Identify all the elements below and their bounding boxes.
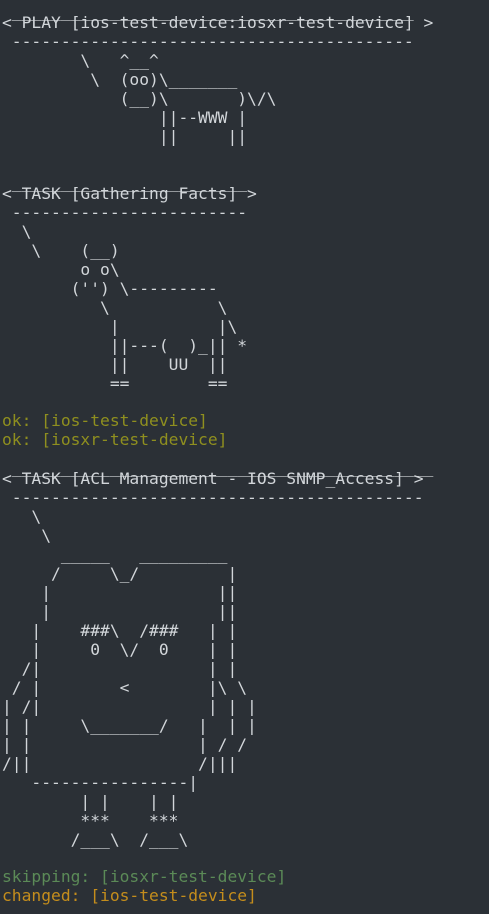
cow-art-line: o o\	[2, 260, 120, 279]
cow-art-line: ('') \---------	[2, 279, 218, 298]
creature-art-line: | | | / /	[2, 735, 248, 754]
cow-art-line: \ (__)	[2, 241, 120, 260]
creature-art-line: \	[2, 507, 42, 526]
creature-art-line: / | < |\ \	[2, 678, 248, 697]
play-banner-title: < PLAY [ios-test-device:iosxr-test-devic…	[2, 13, 434, 32]
cow-art-line: \ \	[2, 298, 228, 317]
terminal-window[interactable]: ________________________________________…	[0, 0, 489, 914]
task-result-changed: changed: [ios-test-device]	[2, 886, 257, 905]
play-banner-line: ----------------------------------------…	[2, 32, 424, 51]
cow-art-line: \ ^__^	[2, 51, 159, 70]
cow-art-line: || ||	[2, 127, 248, 146]
cow-art-line: == ==	[2, 374, 228, 393]
cow-art-line: ||--WWW |	[2, 108, 248, 127]
cow-art-line: ||---( )_|| *	[2, 336, 248, 355]
task-result-ok: ok: [ios-test-device]	[2, 411, 208, 430]
creature-art-line: ----------------|	[2, 773, 199, 792]
creature-art-line: /| | |	[2, 659, 238, 678]
creature-art-line: | ###\ /### | |	[2, 621, 238, 640]
task-result-skipping: skipping: [iosxr-test-device]	[2, 867, 287, 886]
task-result-ok: ok: [iosxr-test-device]	[2, 430, 228, 449]
acl-banner-title: < TASK [ACL Management - IOS SNMP_Access…	[2, 469, 424, 488]
cow-art-line: | |\	[2, 317, 238, 336]
creature-art-line: / \_/ |	[2, 564, 238, 583]
cow-art-line: \	[2, 222, 32, 241]
gathering-banner-line: ------------------------	[2, 203, 257, 222]
creature-art-line: | /| | | |	[2, 697, 257, 716]
cow-art-line: || UU ||	[2, 355, 228, 374]
creature-art-line: \	[2, 526, 52, 545]
creature-art-line: _____ _________	[2, 545, 228, 564]
creature-art-line: /|| /|||	[2, 754, 238, 773]
gathering-banner-title: < TASK [Gathering Facts] >	[2, 184, 257, 203]
creature-art-line: /___\ /___\	[2, 830, 189, 849]
creature-art-line: | | \_______/ | | |	[2, 716, 257, 735]
cow-art-line: \ (oo)\_______	[2, 70, 238, 89]
creature-art-line: | ||	[2, 583, 238, 602]
acl-banner-line: ----------------------------------------…	[2, 488, 434, 507]
creature-art-line: | | | |	[2, 792, 179, 811]
cow-art-line: (__)\ )\/\	[2, 89, 277, 108]
creature-art-line: *** ***	[2, 811, 179, 830]
creature-art-line: | 0 \/ 0 | |	[2, 640, 238, 659]
creature-art-line: | ||	[2, 602, 238, 621]
